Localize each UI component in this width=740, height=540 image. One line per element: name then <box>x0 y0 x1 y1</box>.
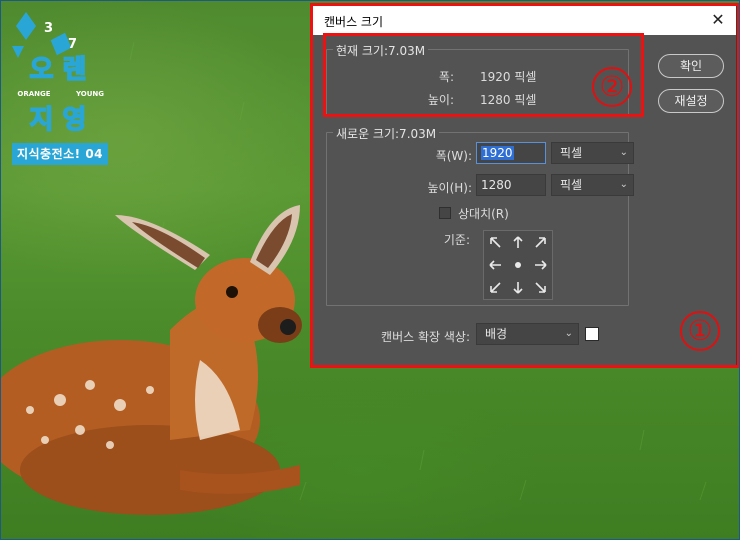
chevron-down-icon: ⌄ <box>564 328 573 339</box>
anchor-label: 기준: <box>443 233 470 247</box>
width-input[interactable]: 1920 <box>476 142 546 164</box>
current-size-group: 현재 크기:7.03M <box>326 42 629 115</box>
height-input-value: 1280 <box>481 178 512 192</box>
anchor-top-left[interactable] <box>484 231 507 254</box>
current-width-label: 폭: <box>438 70 454 84</box>
anchor-bottom-right[interactable] <box>529 276 552 299</box>
arrow-up-icon <box>513 236 523 249</box>
current-size-legend: 현재 크기:7.03M <box>333 42 429 59</box>
logo-number-7: 7 <box>68 37 77 52</box>
anchor-top[interactable] <box>507 231 530 254</box>
extension-color-select[interactable]: 배경 ⌄ <box>476 323 579 345</box>
annotation-number-1: ① <box>680 311 720 351</box>
ok-button[interactable]: 확인 <box>658 54 724 78</box>
relative-checkbox[interactable] <box>439 207 451 219</box>
anchor-bottom-left[interactable] <box>484 276 507 299</box>
dialog-titlebar[interactable]: 캔버스 크기 ✕ <box>312 5 736 35</box>
height-unit-value: 픽셀 <box>560 178 583 192</box>
current-height-label: 높이: <box>427 93 454 107</box>
anchor-left[interactable] <box>484 254 507 277</box>
arrow-up-right-icon <box>535 237 546 248</box>
extension-color-label: 캔버스 확장 색상: <box>381 330 470 344</box>
close-icon[interactable]: ✕ <box>708 10 728 30</box>
extension-color-value: 배경 <box>485 327 508 341</box>
new-size-legend: 새로운 크기:7.03M <box>333 125 440 142</box>
current-width-value: 1920 픽셀 <box>480 70 537 84</box>
canvas-size-dialog: 캔버스 크기 ✕ 현재 크기:7.03M 폭: 1920 픽셀 높이: 1280… <box>311 4 737 366</box>
anchor-right[interactable] <box>529 254 552 277</box>
arrow-up-left-icon <box>490 237 501 248</box>
logo-tag: 지식충전소! 04 <box>12 143 108 165</box>
anchor-top-right[interactable] <box>529 231 552 254</box>
arrow-down-icon <box>513 281 523 294</box>
arrow-left-icon <box>489 260 502 270</box>
height-input[interactable]: 1280 <box>476 174 546 196</box>
width-unit-value: 픽셀 <box>560 146 583 160</box>
chevron-down-icon: ⌄ <box>619 179 628 190</box>
logo-line1: 오 렌 <box>30 55 87 85</box>
dialog-title: 캔버스 크기 <box>324 15 384 29</box>
current-height-value: 1280 픽셀 <box>480 93 537 107</box>
logo-line2: 지 영 <box>30 105 87 135</box>
width-input-value: 1920 <box>481 146 514 160</box>
new-width-label: 폭(W): <box>435 149 472 163</box>
logo-young-word: YOUNG <box>75 90 104 98</box>
height-unit-select[interactable]: 픽셀 ⌄ <box>551 174 634 196</box>
annotation-number-2: ② <box>592 67 632 107</box>
center-dot-icon <box>514 261 521 268</box>
anchor-bottom[interactable] <box>507 276 530 299</box>
chevron-down-icon: ⌄ <box>619 147 628 158</box>
anchor-center[interactable] <box>507 254 530 277</box>
extension-color-swatch[interactable] <box>585 327 599 341</box>
arrow-right-icon <box>534 260 547 270</box>
new-height-label: 높이(H): <box>427 181 472 195</box>
logo-orange-word: ORANGE <box>17 90 50 98</box>
anchor-grid <box>483 230 553 300</box>
relative-label: 상대치(R) <box>458 207 509 221</box>
arrow-down-right-icon <box>535 282 546 293</box>
logo-emblem: 3 7 오 렌 ORANGE YOUNG 지 영 <box>12 12 104 136</box>
arrow-down-left-icon <box>490 282 501 293</box>
width-unit-select[interactable]: 픽셀 ⌄ <box>551 142 634 164</box>
reset-button[interactable]: 재설정 <box>658 89 724 113</box>
logo-number-3: 3 <box>44 21 53 36</box>
